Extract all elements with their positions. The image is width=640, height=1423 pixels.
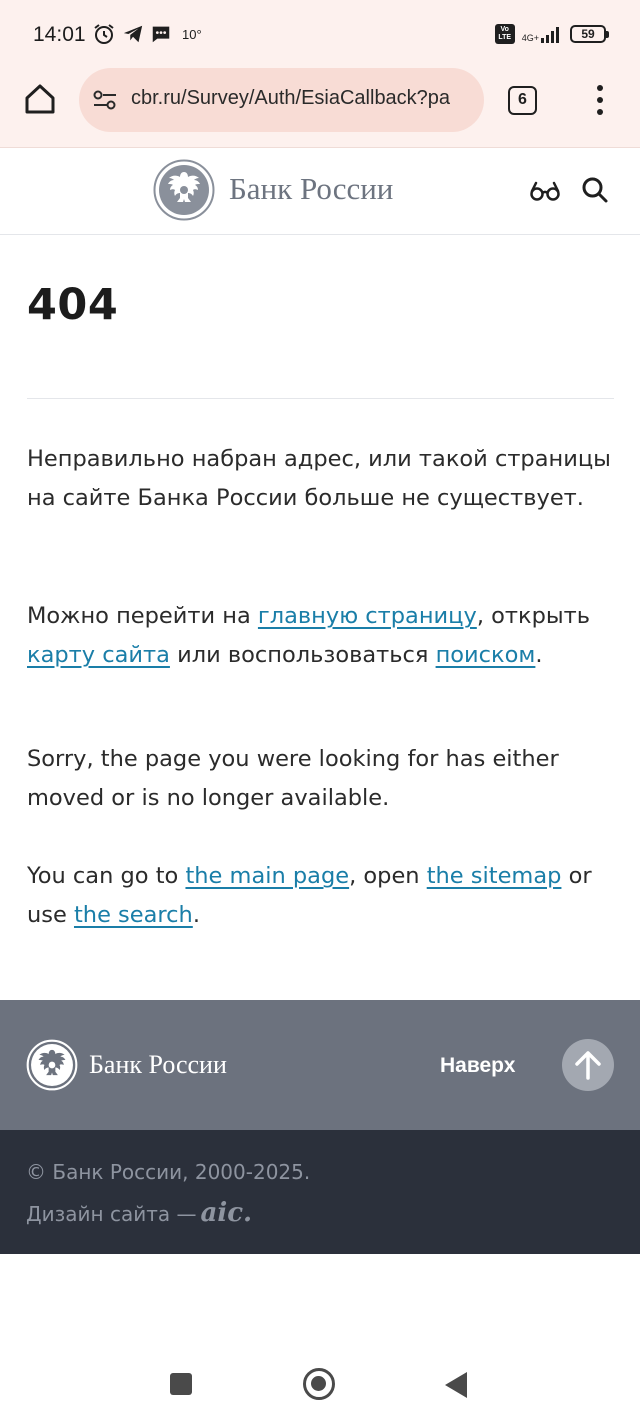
- en-nav-text: , open: [349, 863, 427, 889]
- search-icon[interactable]: [581, 176, 609, 204]
- url-text[interactable]: cbr.ru/Survey/Auth/EsiaCallback?pa: [131, 87, 471, 113]
- design-credit-label: Дизайн сайта —: [26, 1202, 197, 1226]
- en-main-page-link[interactable]: the main page: [185, 863, 349, 889]
- en-error-message: Sorry, the page you were looking for has…: [27, 746, 559, 811]
- volte-badge: Vo LTE: [494, 24, 515, 44]
- ru-sitemap-link[interactable]: карту сайта: [27, 642, 170, 668]
- signal-icon: [541, 27, 559, 43]
- back-nav-button[interactable]: [445, 1372, 467, 1398]
- footer-site-title[interactable]: Банк России: [89, 1050, 227, 1080]
- address-bar-row: cbr.ru/Survey/Auth/EsiaCallback?pa 6: [0, 68, 640, 134]
- bank-emblem-icon[interactable]: [153, 159, 215, 221]
- bank-emblem-icon[interactable]: [26, 1039, 78, 1091]
- status-temperature: 10°: [182, 26, 202, 42]
- site-header: Банк России: [0, 149, 640, 235]
- footer-top: Банк России Наверх: [0, 1000, 640, 1130]
- design-brand-link[interactable]: aic.: [200, 1198, 252, 1228]
- site-title[interactable]: Банк России: [229, 171, 393, 207]
- footer-bottom: © Банк России, 2000-2025. Дизайн сайта —…: [0, 1130, 640, 1254]
- ru-nav-text: .: [535, 642, 543, 668]
- back-to-top-label[interactable]: Наверх: [440, 1054, 515, 1078]
- copyright-text: © Банк России, 2000-2025.: [26, 1160, 311, 1184]
- recent-apps-button[interactable]: [170, 1373, 192, 1395]
- arrow-up-icon: [575, 1051, 601, 1080]
- design-credit: Дизайн сайта — aic.: [26, 1198, 252, 1228]
- en-nav-text: You can go to: [27, 863, 186, 889]
- url-bar[interactable]: cbr.ru/Survey/Auth/EsiaCallback?pa: [79, 68, 484, 132]
- ru-search-link[interactable]: поиском: [436, 642, 536, 668]
- en-sitemap-link[interactable]: the sitemap: [427, 863, 562, 889]
- ru-navigation-text: Можно перейти на главную страницу, откры…: [27, 597, 627, 675]
- more-menu-icon[interactable]: [590, 84, 610, 116]
- status-notification-icons: 10°: [92, 22, 202, 46]
- status-bar: 14:01 10° Vo LTE 4G+ 59: [0, 0, 640, 70]
- en-navigation-text: You can go to the main page, open the si…: [27, 857, 627, 935]
- divider: [27, 398, 614, 399]
- home-nav-button[interactable]: [303, 1368, 335, 1400]
- status-time: 14:01: [33, 23, 86, 46]
- tabs-button[interactable]: 6: [508, 86, 537, 115]
- ru-error-message: Неправильно набран адрес, или такой стра…: [27, 446, 611, 511]
- browser-chrome: 14:01 10° Vo LTE 4G+ 59 cbr.ru/Survey/Au…: [0, 0, 640, 148]
- error-code-heading: 404: [27, 280, 119, 330]
- ru-nav-text: , открыть: [476, 603, 590, 629]
- telegram-icon: [123, 25, 143, 43]
- ru-nav-text: или воспользоваться: [169, 642, 436, 668]
- status-system-icons: Vo LTE 4G+ 59: [494, 24, 609, 44]
- android-nav-bar: [0, 1350, 640, 1423]
- alarm-icon: [94, 24, 114, 44]
- en-nav-text: .: [192, 902, 200, 928]
- site-settings-icon[interactable]: [91, 88, 119, 112]
- ru-nav-text: Можно перейти на: [27, 603, 258, 629]
- ru-main-page-link[interactable]: главную страницу: [258, 603, 477, 629]
- network-type: 4G+: [521, 33, 539, 43]
- home-icon[interactable]: [22, 81, 58, 117]
- en-search-link[interactable]: the search: [74, 902, 193, 928]
- accessibility-glasses-icon[interactable]: [530, 180, 560, 202]
- battery-icon: 59: [570, 25, 609, 43]
- message-icon: [152, 26, 170, 43]
- back-to-top-button[interactable]: [562, 1039, 614, 1091]
